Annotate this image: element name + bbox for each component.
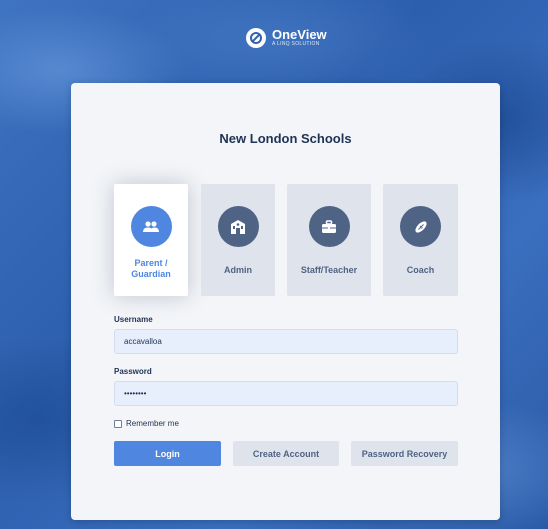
- username-input[interactable]: [114, 329, 458, 354]
- brand-tagline: A LINQ SOLUTION: [272, 41, 320, 47]
- remember-me-label: Remember me: [126, 419, 179, 428]
- role-label-coach: Coach: [406, 265, 435, 275]
- role-label-parent-guardian: Parent / Guardian: [131, 258, 171, 279]
- brand-name: OneView: [272, 27, 327, 42]
- login-button[interactable]: Login: [114, 441, 221, 466]
- school-title: New London Schools: [219, 131, 352, 146]
- football-icon: [400, 206, 441, 247]
- login-card: New London Schools Parent / Guardian Adm…: [71, 83, 500, 520]
- brand-logo: OneView A LINQ SOLUTION: [246, 28, 327, 48]
- password-input[interactable]: [114, 381, 458, 406]
- remember-me[interactable]: Remember me: [114, 419, 179, 428]
- briefcase-icon: [308, 206, 350, 247]
- role-tile-admin[interactable]: Admin: [201, 184, 275, 296]
- create-account-button[interactable]: Create Account: [233, 441, 339, 466]
- password-recovery-button[interactable]: Password Recovery: [351, 441, 458, 466]
- remember-me-checkbox[interactable]: [114, 419, 122, 428]
- oneview-logo-icon: [246, 28, 266, 48]
- admin-building-icon: [217, 206, 259, 247]
- role-tile-staff-teacher[interactable]: Staff/Teacher: [287, 184, 371, 296]
- role-tile-coach[interactable]: Coach: [383, 184, 458, 296]
- password-label: Password: [114, 367, 152, 376]
- parent-guardian-icon: [130, 206, 172, 247]
- role-label-staff-teacher: Staff/Teacher: [300, 265, 358, 275]
- role-label-admin: Admin: [224, 265, 252, 275]
- role-tile-parent-guardian[interactable]: Parent / Guardian: [114, 184, 188, 296]
- username-label: Username: [114, 315, 153, 324]
